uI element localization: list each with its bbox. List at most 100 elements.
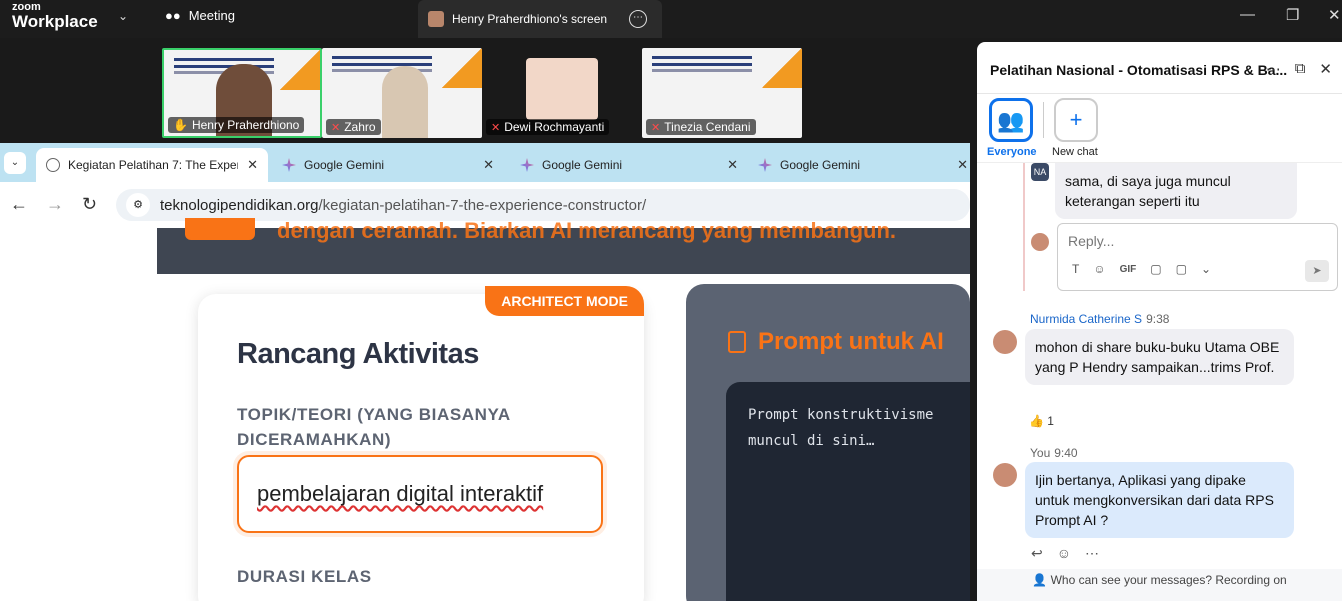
tab-gemini[interactable]: Google Gemini ✕ [748,148,970,182]
topic-label: TOPIK/TEORI (YANG BIASANYA DICERAMAHKAN) [237,402,511,452]
new-chat-button[interactable]: + [1054,98,1098,142]
chevron-down-icon[interactable]: ⌄ [118,9,128,23]
close-window-button[interactable]: ✕ [1328,6,1341,24]
reply-box[interactable]: Reply... T ☺ GIF ▢ ▢ ⌄ ➤ [1057,223,1338,291]
activity-form-card: ARCHITECT MODE Rancang Aktivitas TOPIK/T… [198,286,644,601]
message-sender: You 9:40 [1030,446,1078,460]
topic-input[interactable]: pembelajaran digital interaktif [237,455,603,533]
avatar [993,463,1017,487]
maximize-button[interactable]: ❐ [1286,6,1299,24]
logo-line-2: Workplace [12,12,98,31]
close-tab-icon[interactable]: ✕ [247,157,258,173]
topic-label-line-1: TOPIK/TEORI (YANG BIASANYA [237,405,511,424]
mic-off-icon: ✕ [331,121,341,134]
reload-button[interactable]: ↻ [82,194,97,215]
zoom-logo: zoom Workplace [12,2,98,31]
back-button[interactable]: ← [10,194,28,215]
reaction-count: 1 [1047,414,1054,428]
tab-gemini[interactable]: Google Gemini ✕ [510,148,748,182]
participant-name: Zahro [344,120,376,134]
site-settings-icon[interactable]: ⚙ [126,193,150,217]
video-tile[interactable]: ✕ Tinezia Cendani [642,48,802,138]
message-bubble: Ijin bertanya, Aplikasi yang dipake untu… [1025,462,1294,538]
slide-decoration [762,48,802,88]
chat-header: Pelatihan Nasional - Otomatisasi RPS & B… [977,42,1342,94]
text-format-icon[interactable]: T [1072,262,1079,276]
more-options-icon[interactable]: ⋯ [629,10,648,28]
people-icon: 👥 [997,108,1025,133]
video-tile[interactable]: ✕ Dewi Rochmayanti [482,48,642,138]
avatar: NA [1031,163,1049,181]
prompt-output[interactable]: Prompt konstruktivisme muncul di sini… [726,382,970,601]
popout-icon[interactable]: ⧉ [1295,60,1306,78]
tab-strip: ⌄ Kegiatan Pelatihan 7: The Exper ✕ Goog… [0,143,970,182]
prompt-placeholder: Prompt konstruktivisme muncul di sini… [748,407,934,449]
chat-title: Pelatihan Nasional - Otomatisasi RPS & B… [990,62,1288,78]
hero-banner: dengan ceramah. Biarkan AI merancang yan… [157,218,970,274]
prompt-panel: Prompt untuk AI Prompt konstruktivisme m… [686,284,970,601]
gemini-icon [282,158,296,172]
tab-label: Google Gemini [780,158,861,172]
hero-button[interactable] [185,218,255,240]
send-icon[interactable]: ➤ [1305,260,1329,282]
message-bubble: mohon di share buku-buku Utama OBE yang … [1025,329,1294,385]
avatar [993,330,1017,354]
close-tab-icon[interactable]: ✕ [727,157,738,173]
tab-kegiatan[interactable]: Kegiatan Pelatihan 7: The Exper ✕ [36,148,268,182]
browser-window: ⌄ Kegiatan Pelatihan 7: The Exper ✕ Goog… [0,143,970,601]
slide-thumbnail [652,56,752,59]
close-tab-icon[interactable]: ✕ [957,157,968,173]
participant-photo [526,58,598,120]
meeting-tab-label: Meeting [188,8,235,23]
more-icon[interactable]: ⋯ [1266,60,1281,78]
message-time: 9:40 [1054,446,1078,460]
topic-input-value: pembelajaran digital interaktif [257,481,544,506]
tab-search-button[interactable]: ⌄ [4,152,26,174]
plus-icon: + [1069,107,1083,132]
close-tab-icon[interactable]: ✕ [483,157,494,173]
sender-name: You [1030,446,1051,460]
slide-decoration [442,48,482,88]
chat-panel: Pelatihan Nasional - Otomatisasi RPS & B… [977,42,1342,601]
gif-icon[interactable]: GIF [1120,264,1137,275]
topic-label-line-2: DICERAMAHKAN) [237,430,392,449]
emoji-icon[interactable]: ☺ [1057,545,1071,562]
mic-off-icon: ✕ [651,121,661,134]
slide-thumbnail [174,58,274,61]
tab-gemini[interactable]: Google Gemini ✕ [272,148,504,182]
chat-footer-text: Who can see your messages? Recording on [1050,573,1287,587]
avatar [1031,233,1049,251]
screenshot-icon[interactable]: ▢ [1176,262,1187,276]
slide-decoration [280,50,320,90]
participant-label: ✕ Dewi Rochmayanti [486,119,610,135]
screen-share-tab[interactable]: Henry Praherdhiono's screen ⋯ [418,0,662,38]
duration-label: DURASI KELAS [237,567,372,586]
channel-everyone-button[interactable]: 👥 [989,98,1033,142]
tab-label: Google Gemini [304,158,385,172]
more-icon[interactable]: ⋯ [1085,545,1099,562]
thread-line [1023,163,1025,291]
person-icon: 👤 [1032,573,1048,587]
reply-icon[interactable]: ↩ [1031,545,1043,562]
close-icon[interactable]: ✕ [1319,60,1332,78]
meeting-tab[interactable]: ●● Meeting [165,8,235,23]
url-bar[interactable]: ⚙ teknologipendidikan.org/kegiatan-pelat… [116,189,970,221]
architect-mode-badge: ARCHITECT MODE [485,286,644,316]
minimize-button[interactable]: — [1240,6,1255,23]
reaction-badge[interactable]: 👍 1 [1029,414,1054,428]
forward-button[interactable]: → [46,194,64,215]
gemini-icon [520,158,534,172]
message-sender: Nurmida Catherine S 9:38 [1030,312,1169,326]
video-tile[interactable]: ✕ Zahro [322,48,482,138]
prompt-title-text: Prompt untuk AI [758,328,944,355]
channel-divider [1043,102,1044,138]
message-bubble: sama, di saya juga muncul keterangan sep… [1055,163,1297,219]
file-icon[interactable]: ▢ [1150,262,1161,276]
gemini-icon [758,158,772,172]
chat-header-icons: ⋯ ⧉ ✕ [1266,60,1332,78]
chevron-down-icon[interactable]: ⌄ [1201,262,1211,276]
emoji-icon[interactable]: ☺ [1093,262,1105,276]
video-tile[interactable]: ✋ Henry Praherdhiono [162,48,322,138]
thumbs-up-icon: 👍 [1029,414,1044,428]
chat-footer[interactable]: 👤 Who can see your messages? Recording o… [977,569,1342,601]
